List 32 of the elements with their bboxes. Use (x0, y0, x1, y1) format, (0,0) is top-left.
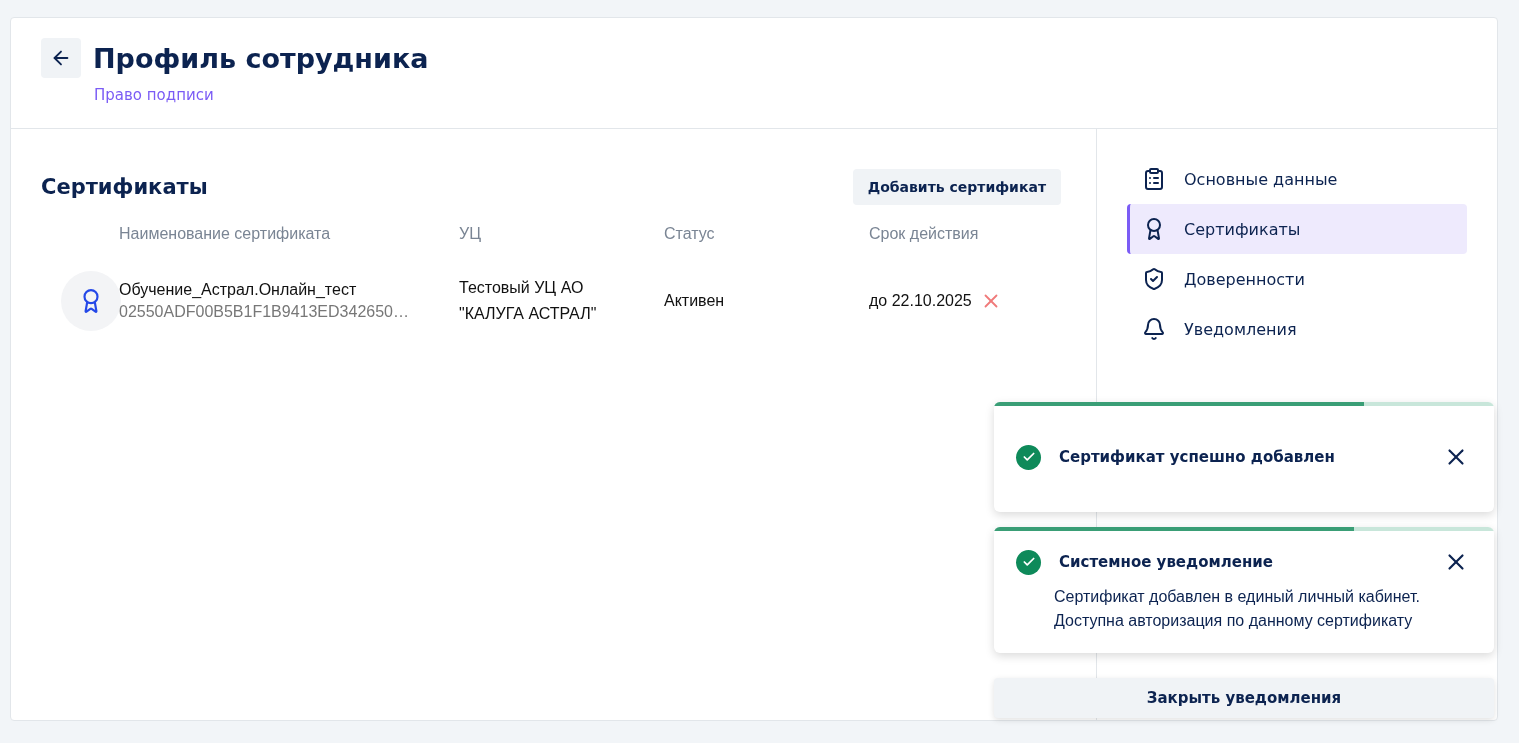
column-header: Наименование сертификата (119, 225, 332, 244)
certificate-serial: 02550ADF00B5B1F1B9413ED342650… (119, 303, 410, 321)
nav-label: Сертификаты (1184, 219, 1301, 239)
page-title: Профиль сотрудника (93, 42, 429, 74)
ca-text: "КАЛУГА АСТРАЛ" (459, 304, 598, 324)
nav-item[interactable]: Доверенности (1127, 254, 1467, 304)
clipboard-icon (1142, 167, 1166, 191)
column-header: Статус (664, 225, 716, 244)
bell-icon (1142, 317, 1166, 341)
nav-label: Уведомления (1184, 319, 1297, 339)
nav-item[interactable]: Уведомления (1127, 304, 1467, 354)
ca-text: Тестовый УЦ АО (459, 278, 585, 298)
toast-message: Сертификат добавлен в единый личный кабинет. Доступна авторизация по данному сертификату (1054, 587, 1421, 631)
certificate-name: Обучение_Астрал.Онлайн_тест (119, 281, 358, 299)
column-header: УЦ (459, 225, 482, 244)
nav-item[interactable]: Основные данные (1127, 154, 1467, 204)
back-button[interactable] (41, 38, 81, 78)
success-check-icon (1016, 549, 1041, 575)
column-header: Срок действия (869, 225, 980, 244)
add-certificate-button[interactable]: Добавить сертификат (852, 169, 1061, 205)
subtitle-link[interactable]: Право подписи (94, 86, 214, 104)
nav-label: Основные данные (1184, 169, 1338, 189)
validity-date: до 22.10.2025 (869, 292, 972, 310)
shield-icon (1142, 267, 1166, 291)
nav-label: Доверенности (1184, 269, 1305, 289)
toast-title: Сертификат успешно добавлен (1059, 448, 1336, 466)
close-notifications-button[interactable]: Закрыть уведомления (994, 678, 1494, 718)
nav-item[interactable]: Сертификаты (1127, 204, 1467, 254)
status-text: Активен (664, 291, 726, 311)
success-check-icon (1016, 444, 1041, 470)
toast-title: Системное уведомление (1059, 553, 1274, 571)
section-title: Сертификаты (41, 175, 208, 199)
